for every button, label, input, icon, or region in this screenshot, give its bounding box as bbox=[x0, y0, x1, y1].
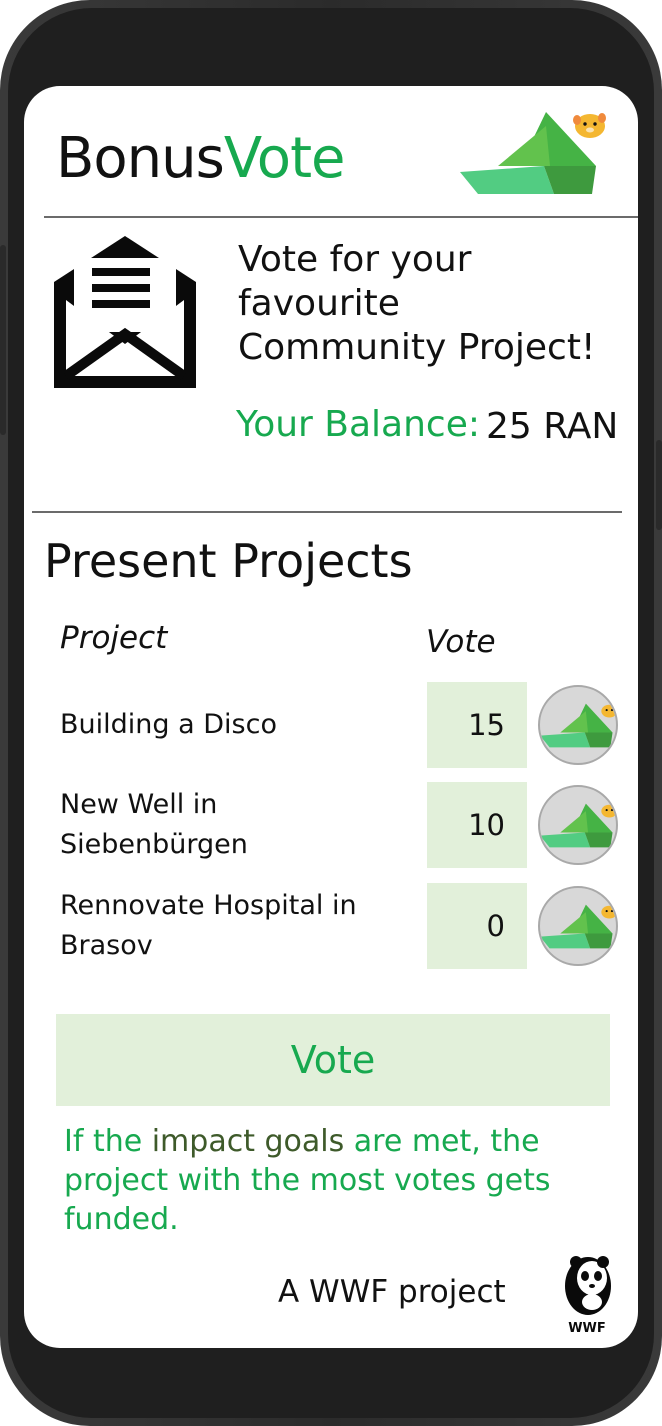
funding-note: If the impact goals are met, the project… bbox=[64, 1122, 584, 1239]
footer-text: A WWF project bbox=[278, 1274, 506, 1310]
project-row: Building a Disco 15 bbox=[24, 682, 638, 768]
vote-for-project-button[interactable] bbox=[538, 785, 618, 865]
boat-vote-icon bbox=[540, 803, 616, 848]
project-name: New Well in Siebenbürgen bbox=[60, 789, 248, 860]
app-title: BonusVote bbox=[56, 126, 346, 191]
vote-count: 15 bbox=[427, 682, 527, 768]
phone-frame: BonusVote Vote for your favourite Commun… bbox=[0, 0, 662, 1426]
balance-label: Your Balance: bbox=[236, 404, 481, 445]
svg-text:WWF: WWF bbox=[568, 1321, 606, 1334]
vote-for-project-button[interactable] bbox=[538, 886, 618, 966]
boat-vote-icon bbox=[540, 904, 616, 949]
open-envelope-icon bbox=[54, 236, 196, 388]
column-header-vote: Vote bbox=[426, 624, 496, 660]
section-title: Present Projects bbox=[44, 534, 413, 588]
app-title-part1: Bonus bbox=[56, 126, 225, 191]
vote-button[interactable]: Vote bbox=[56, 1014, 610, 1106]
volume-button bbox=[0, 245, 6, 435]
project-row: New Well in Siebenbürgen 10 bbox=[24, 782, 638, 868]
balance-value: 25 RAN bbox=[486, 406, 619, 447]
note-text-start: If the bbox=[64, 1124, 152, 1159]
boat-vote-icon bbox=[540, 703, 616, 748]
project-name: Building a Disco bbox=[60, 709, 277, 740]
note-highlight: impact goals bbox=[151, 1124, 345, 1159]
project-name: Rennovate Hospital in Brasov bbox=[60, 890, 357, 961]
header-divider bbox=[44, 216, 638, 218]
app-screen: BonusVote Vote for your favourite Commun… bbox=[24, 86, 638, 1348]
app-title-part2: Vote bbox=[223, 126, 346, 191]
intro-message: Vote for your favourite Community Projec… bbox=[238, 239, 596, 368]
project-row: Rennovate Hospital in Brasov 0 bbox=[24, 883, 638, 969]
section-divider bbox=[32, 511, 622, 513]
boat-logo-icon bbox=[460, 112, 606, 194]
vote-count: 10 bbox=[427, 782, 527, 868]
power-button bbox=[656, 440, 662, 530]
vote-count: 0 bbox=[427, 883, 527, 969]
vote-for-project-button[interactable] bbox=[538, 685, 618, 765]
column-header-project: Project bbox=[60, 620, 168, 656]
wwf-panda-icon: WWF bbox=[565, 1256, 611, 1334]
